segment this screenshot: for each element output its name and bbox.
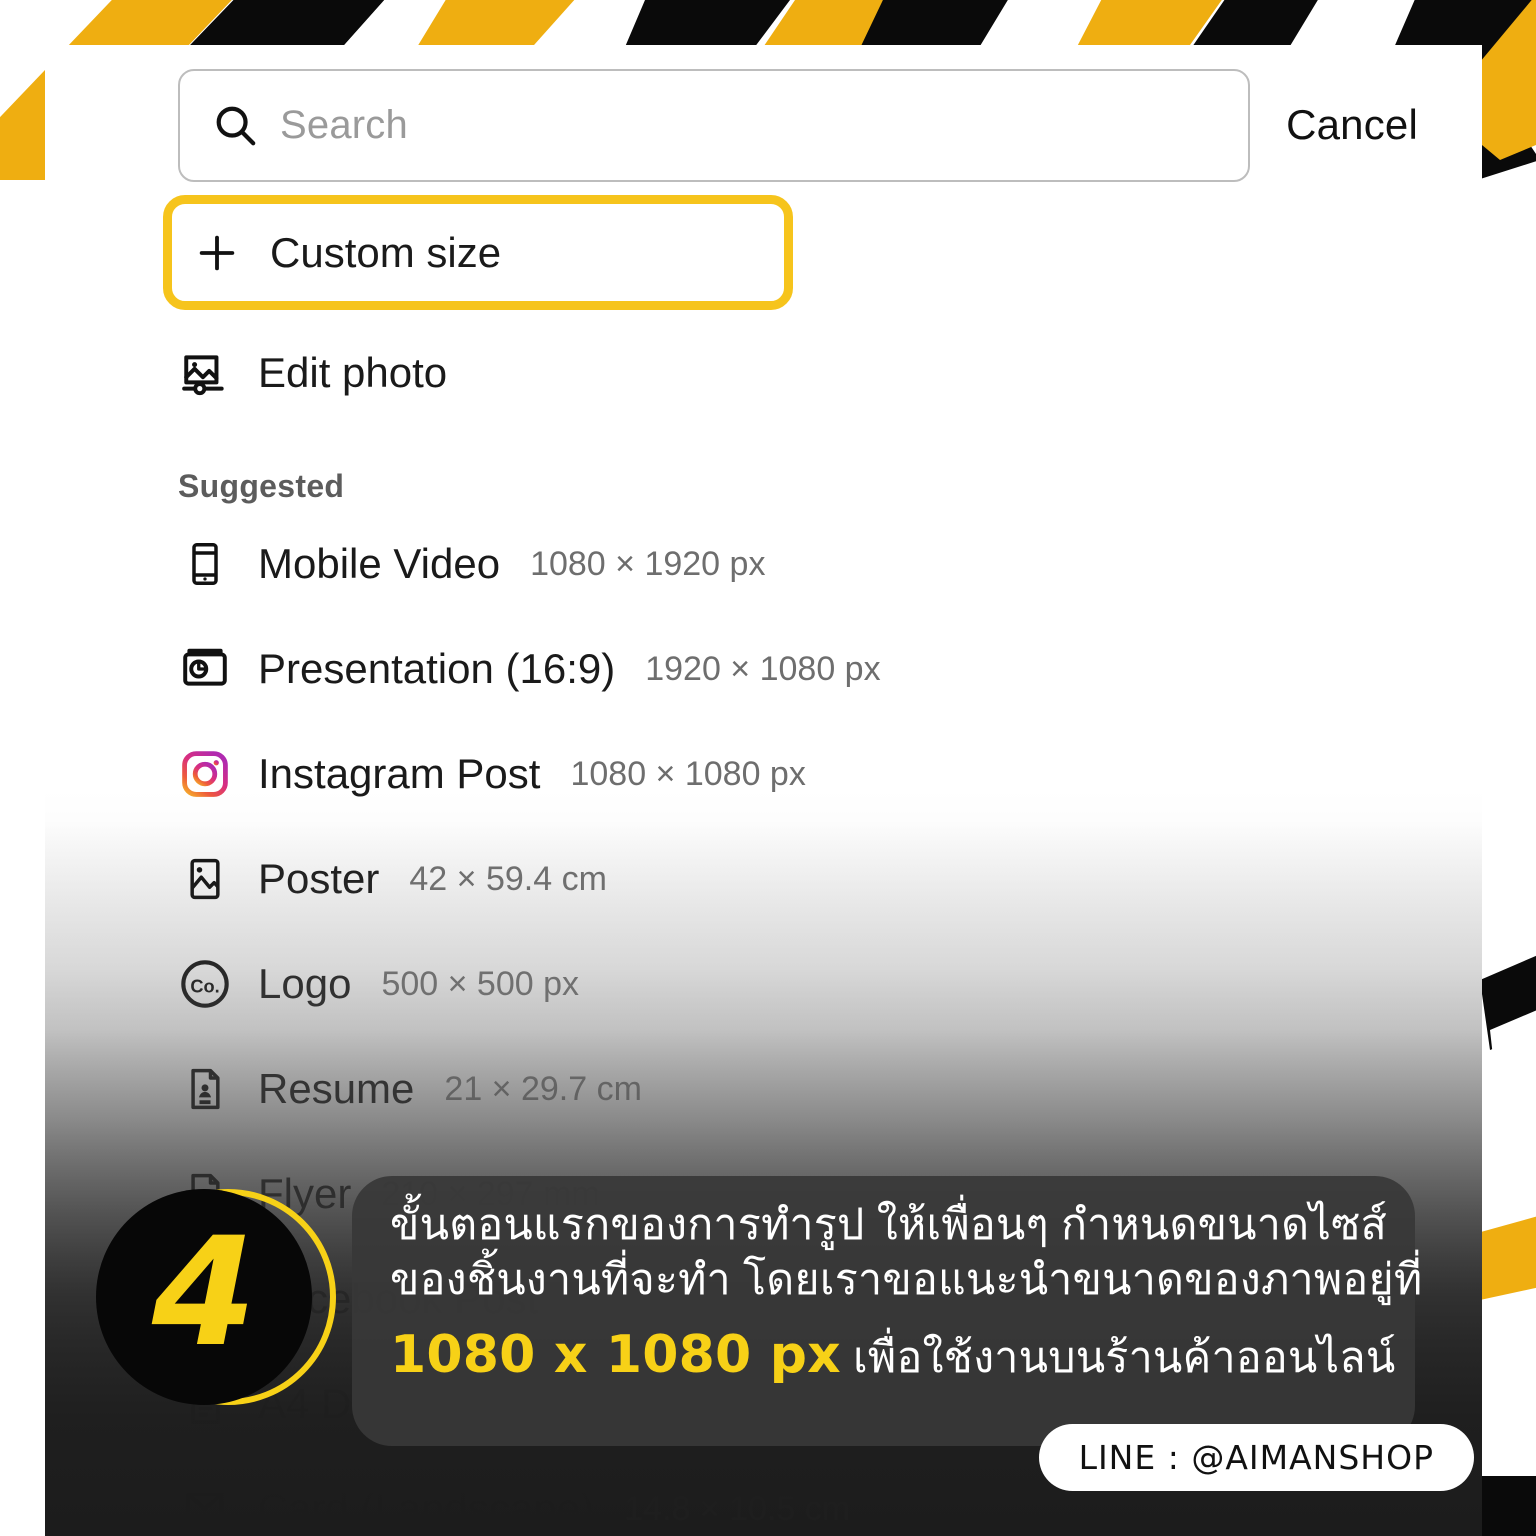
resume-document-icon — [178, 1061, 232, 1117]
search-field[interactable] — [178, 68, 1251, 182]
list-item[interactable]: Instagram Post 1080 × 1080 px — [178, 741, 1428, 807]
list-item[interactable]: Mobile Video 1080 × 1920 px — [178, 531, 1428, 597]
edit-photo-option[interactable]: Edit photo — [178, 340, 1428, 406]
list-item-dimensions: 1080 × 1080 px — [570, 754, 806, 793]
search-row: Cancel — [178, 65, 1418, 185]
search-input[interactable] — [280, 102, 1217, 148]
step-number-badge: 4 — [96, 1183, 336, 1415]
list-item[interactable]: Presentation (16:9) 1920 × 1080 px — [178, 636, 1428, 702]
list-item-label: Presentation (16:9) — [258, 645, 616, 692]
list-item-label: Mobile Video — [258, 540, 501, 587]
list-item-dimensions: 1080 × 1920 px — [530, 544, 766, 583]
caption-highlight-size: 1080 x 1080 px — [390, 1325, 841, 1386]
suggested-section-header: Suggested — [178, 468, 345, 504]
instagram-icon — [178, 746, 232, 802]
caption-line-2: ของชิ้นงานที่จะทำ โดยเราขอแนะนำขนาดของภา… — [390, 1256, 1423, 1305]
list-item-label: Instagram Post — [258, 750, 541, 797]
caption-bubble: ขั้นตอนแรกของการทำรูป ให้เพื่อนๆ กำหนดขน… — [352, 1176, 1423, 1446]
search-icon — [212, 102, 258, 148]
list-item-label: Resume — [258, 1065, 415, 1112]
step-number: 4 — [151, 1206, 257, 1380]
mobile-phone-icon — [178, 536, 232, 592]
list-item[interactable]: Poster 42 × 59.4 cm — [178, 846, 1428, 912]
plus-icon — [194, 230, 240, 276]
caption-line-1: ขั้นตอนแรกของการทำรูป ให้เพื่อนๆ กำหนดขน… — [390, 1201, 1387, 1249]
custom-size-option[interactable]: Custom size — [163, 195, 793, 310]
list-item[interactable]: Resume 21 × 29.7 cm — [178, 1056, 1428, 1122]
badge-circle: 4 — [96, 1189, 312, 1405]
caption-line-3-tail: เพื่อใช้งานบนร้านค้าออนไลน์ — [840, 1334, 1396, 1383]
edit-photo-label: Edit photo — [258, 349, 448, 396]
presentation-icon — [178, 641, 232, 697]
svg-text:Co.: Co. — [190, 977, 219, 997]
list-item-label: Poster — [258, 855, 380, 902]
list-item-dimensions: 500 × 500 px — [381, 964, 579, 1003]
card-landscape-icon — [178, 1481, 232, 1536]
list-item-dimensions: 14.8 × 10.5 cm — [624, 1489, 851, 1528]
custom-size-label: Custom size — [270, 228, 502, 276]
list-item-dimensions: 21 × 29.7 cm — [444, 1069, 642, 1108]
list-item-dimensions: 1920 × 1080 px — [645, 649, 881, 688]
line-contact-badge: LINE : @AIMANSHOP — [1038, 1424, 1474, 1491]
logo-circle-icon: Co. — [178, 956, 232, 1012]
poster-image-icon — [178, 851, 232, 907]
caption-line-3: 1080 x 1080 px เพื่อใช้งานบนร้านค้าออนไล… — [390, 1322, 1395, 1389]
list-item-label: Logo — [258, 960, 352, 1007]
list-item-dimensions: 42 × 59.4 cm — [409, 859, 607, 898]
image-edit-icon — [178, 345, 232, 401]
list-item[interactable]: Co. Logo 500 × 500 px — [178, 951, 1428, 1017]
list-item-label: Card (Landscape) — [258, 1485, 595, 1532]
cancel-button[interactable]: Cancel — [1286, 101, 1418, 149]
